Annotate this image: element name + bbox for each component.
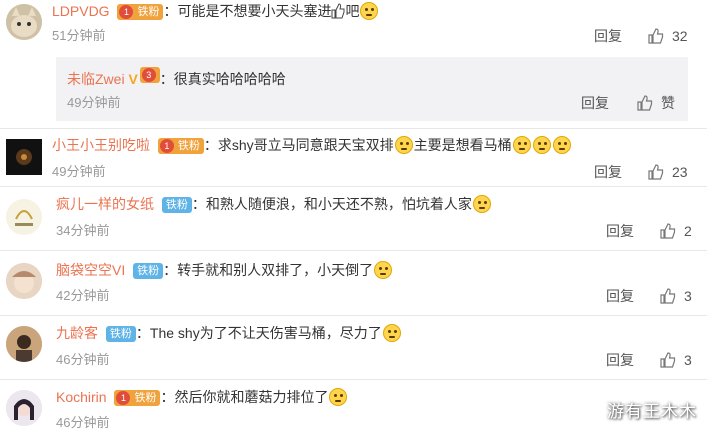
thumbs-up-icon — [648, 28, 664, 44]
comment-item: LDPVDG 1 铁粉 ：可能是不想要小天头塞进吧 51分钟前 回复 32 未临Zw… — [0, 0, 707, 128]
emoji-icon — [374, 261, 393, 279]
avatar[interactable] — [6, 199, 42, 235]
comment-item: 九龄客 铁粉 ：The shy为了不让天伤害马桶，尽力了 46分钟前 回复 3 — [0, 316, 707, 378]
vip-level-icon: 1 — [119, 5, 134, 19]
reply-text: 很真实哈哈哈哈哈 — [173, 71, 286, 87]
fan-badge: 铁粉 — [133, 263, 164, 279]
fan-badge: 1 铁粉 — [157, 138, 204, 154]
thumbs-up-icon — [660, 223, 676, 239]
like-button[interactable]: 3 — [660, 288, 692, 304]
thumbs-up-icon — [660, 288, 676, 304]
fan-badge: 1 铁粉 — [117, 4, 164, 20]
comment-item: 脑袋空空VI 铁粉 ：转手就和别人双排了，小天倒了 42分钟前 回复 3 — [0, 251, 707, 315]
fan-badge: 3 — [139, 67, 160, 83]
comment-text: 转手就和别人双排了，小天倒了 — [177, 262, 374, 278]
comment-item: Kochirin 1 铁粉 ：然后你就和蘑菇力排位了 46分钟前 — [0, 380, 707, 430]
like-button[interactable]: 赞 — [637, 95, 675, 111]
like-count: 32 — [672, 28, 688, 44]
comment-text: 求shy哥立马同意跟天宝双排 — [217, 137, 394, 153]
timestamp: 49分钟前 — [52, 164, 106, 179]
fan-badge: 1 铁粉 — [114, 390, 161, 406]
reply-button[interactable]: 回复 — [606, 223, 634, 239]
like-count: 23 — [672, 164, 688, 180]
comment-item: 疯儿一样的女纸 铁粉 ：和熟人随便浪，和小天还不熟，怕坑着人家 34分钟前 回复 … — [0, 187, 707, 249]
like-button[interactable]: 3 — [660, 352, 692, 368]
vip-v-icon: V — [128, 71, 138, 87]
avatar[interactable] — [6, 4, 42, 40]
fan-badge: 铁粉 — [161, 197, 192, 213]
emoji-icon — [552, 136, 571, 154]
comment-text: 然后你就和蘑菇力排位了 — [174, 389, 329, 405]
like-count: 2 — [684, 223, 692, 239]
username[interactable]: 脑袋空空VI — [56, 262, 125, 278]
avatar[interactable] — [6, 390, 42, 426]
avatar[interactable] — [6, 326, 42, 362]
timestamp: 34分钟前 — [56, 223, 110, 238]
emoji-icon — [394, 136, 413, 154]
username[interactable]: 疯儿一样的女纸 — [56, 196, 154, 212]
username[interactable]: 九龄客 — [56, 325, 98, 341]
timestamp: 46分钟前 — [56, 415, 110, 430]
avatar[interactable] — [6, 263, 42, 299]
like-button[interactable]: 23 — [648, 164, 688, 180]
reply-button[interactable]: 回复 — [594, 28, 622, 44]
username[interactable]: Kochirin — [56, 389, 107, 405]
emoji-icon — [360, 2, 379, 20]
emoji-icon — [329, 388, 348, 406]
comment-item: 小王小王别吃啦 1 铁粉 ：求shy哥立马同意跟天宝双排 主要是想看马桶 49分钟前 … — [0, 129, 707, 185]
thumbs-up-icon — [660, 352, 676, 368]
reply-button[interactable]: 回复 — [606, 288, 634, 304]
emoji-icon — [532, 136, 551, 154]
like-button[interactable]: 2 — [660, 223, 692, 239]
thumbs-up-emoji-icon — [331, 3, 345, 19]
reply-box: 未临Zwei V 3 ：很真实哈哈哈哈哈 49分钟前 回复 赞 — [56, 57, 688, 121]
timestamp: 51分钟前 — [52, 28, 106, 43]
username[interactable]: 小王小王别吃啦 — [52, 137, 150, 153]
comment-text: The shy为了不让天伤害马桶，尽力了 — [149, 325, 382, 341]
reply-button[interactable]: 回复 — [581, 95, 609, 111]
timestamp: 46分钟前 — [56, 352, 110, 367]
comment-text: 和熟人随便浪，和小天还不熟，怕坑着人家 — [205, 196, 472, 212]
fan-badge: 铁粉 — [105, 326, 136, 342]
reply-username[interactable]: 未临Zwei — [67, 71, 125, 87]
reply-button[interactable]: 回复 — [606, 352, 634, 368]
timestamp: 49分钟前 — [67, 95, 121, 110]
like-count: 3 — [684, 352, 692, 368]
emoji-icon — [512, 136, 531, 154]
thumbs-up-icon — [648, 164, 664, 180]
emoji-icon — [382, 324, 401, 342]
watermark: 游有王木木 — [607, 402, 697, 421]
like-button[interactable]: 32 — [648, 28, 688, 44]
avatar[interactable] — [6, 139, 42, 175]
thumbs-up-icon — [637, 95, 653, 111]
like-label: 赞 — [661, 95, 675, 111]
emoji-icon — [472, 195, 491, 213]
timestamp: 42分钟前 — [56, 288, 110, 303]
username[interactable]: LDPVDG — [52, 3, 110, 19]
comment-text: 可能是不想要小天头塞进 — [177, 3, 332, 19]
reply-button[interactable]: 回复 — [594, 164, 622, 180]
like-count: 3 — [684, 288, 692, 304]
